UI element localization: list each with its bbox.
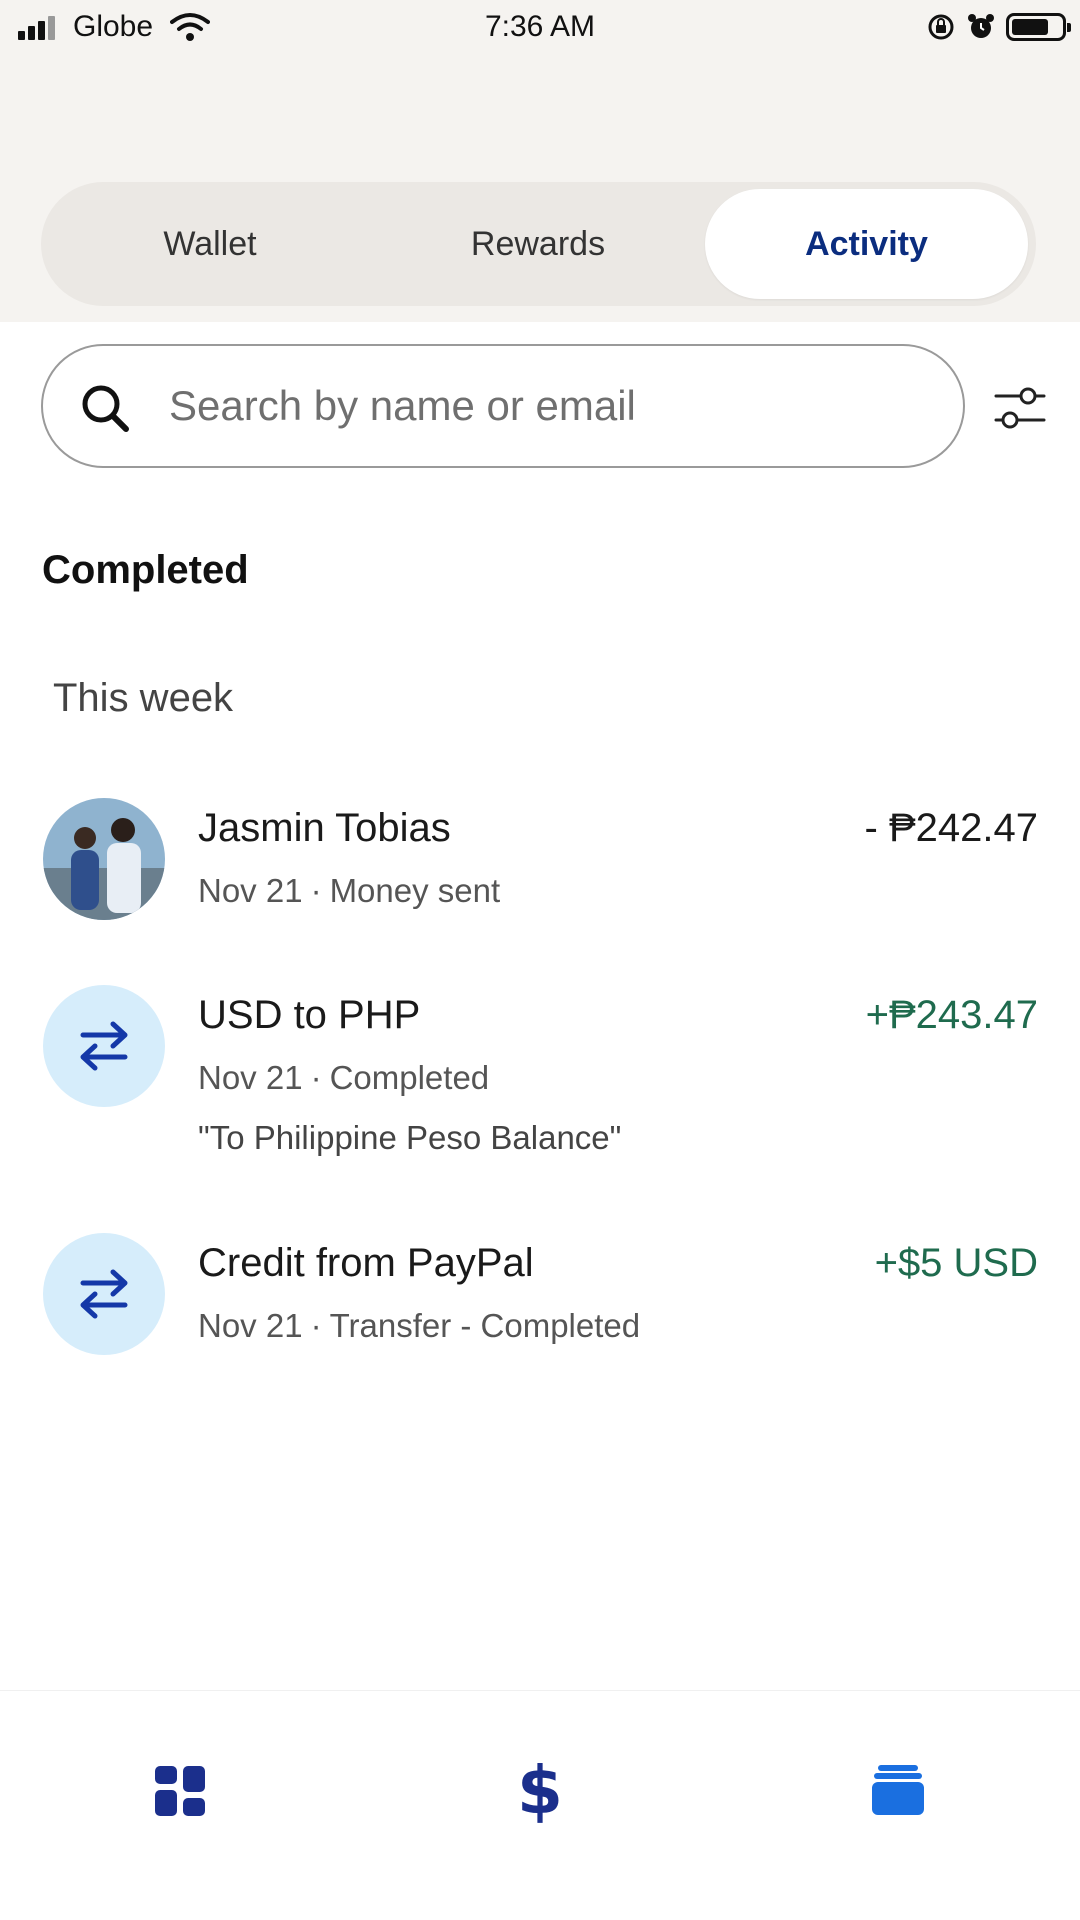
- nav-payments[interactable]: $: [500, 1751, 580, 1831]
- transaction-date: Nov 21: [198, 1307, 303, 1344]
- transaction-name: USD to PHP: [198, 993, 421, 1037]
- transfer-icon-circle: [43, 1233, 165, 1355]
- transaction-status: Money sent: [329, 872, 501, 909]
- alarm-icon: [968, 14, 994, 38]
- transaction-date: Nov 21: [198, 872, 303, 909]
- transaction-amount: +$5 USD: [874, 1241, 1038, 1285]
- transaction-amount: +₱243.47: [865, 993, 1038, 1037]
- transaction-date: Nov 21: [198, 1059, 303, 1096]
- activity-stack-icon: [872, 1765, 924, 1815]
- transaction-status: Transfer - Completed: [329, 1307, 641, 1344]
- nav-dashboard[interactable]: [140, 1751, 220, 1831]
- transaction-amount: - ₱242.47: [864, 806, 1038, 850]
- transaction-meta: Nov 21 · Money sent: [198, 872, 501, 909]
- search-input[interactable]: [167, 346, 927, 466]
- avatar: [43, 798, 165, 920]
- transaction-meta: Nov 21 · Completed: [198, 1059, 490, 1096]
- search-box: [41, 344, 965, 468]
- transaction-row[interactable]: USD to PHP Nov 21 · Completed "To Philippi…: [0, 985, 1080, 1175]
- dollar-icon: $: [517, 1752, 563, 1829]
- tab-rewards[interactable]: Rewards: [377, 189, 699, 299]
- battery-icon: [1006, 13, 1071, 41]
- transfer-icon-circle: [43, 985, 165, 1107]
- transaction-name: Jasmin Tobias: [198, 806, 451, 850]
- transaction-meta: Nov 21 · Transfer - Completed: [198, 1307, 641, 1344]
- orientation-lock-icon: [928, 14, 954, 40]
- status-time: 7:36 AM: [484, 10, 596, 43]
- transfer-arrows-icon: [80, 1021, 128, 1071]
- transfer-arrows-icon: [80, 1269, 128, 1319]
- tab-activity[interactable]: Activity: [705, 189, 1028, 299]
- segmented-tabs: Wallet Rewards Activity: [41, 182, 1036, 306]
- header-area: Globe 7:36 AM Wallet Rewards Activity: [0, 0, 1080, 322]
- dashboard-grid-icon: [155, 1766, 205, 1816]
- transaction-row[interactable]: Jasmin Tobias Nov 21 · Money sent - ₱242.4…: [0, 798, 1080, 938]
- nav-activity[interactable]: [858, 1751, 938, 1831]
- status-bar: Globe 7:36 AM: [0, 0, 1080, 56]
- status-icons: [926, 10, 1071, 44]
- transaction-row[interactable]: Credit from PayPal Nov 21 · Transfer - Com…: [0, 1233, 1080, 1373]
- group-title: This week: [53, 676, 234, 720]
- search-icon: [82, 385, 129, 432]
- transaction-status: Completed: [329, 1059, 490, 1096]
- tab-wallet[interactable]: Wallet: [49, 189, 371, 299]
- filter-sliders-icon[interactable]: [990, 378, 1050, 438]
- bottom-nav: $: [0, 1690, 1080, 1920]
- transaction-note: "To Philippine Peso Balance": [198, 1119, 622, 1156]
- transaction-name: Credit from PayPal: [198, 1241, 534, 1285]
- section-title: Completed: [42, 548, 249, 592]
